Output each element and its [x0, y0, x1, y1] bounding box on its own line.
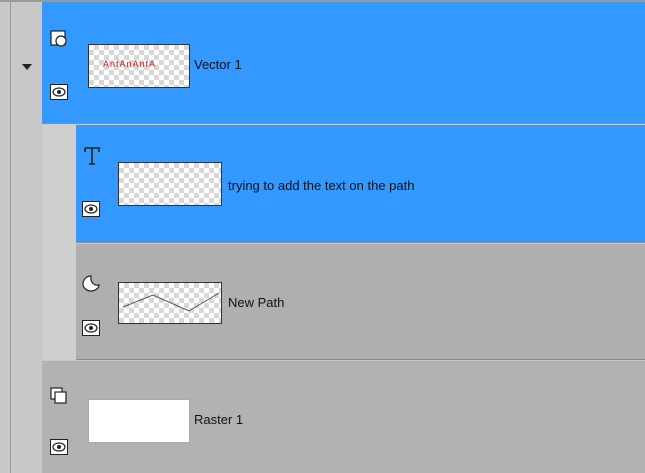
vector-layer-icon — [50, 30, 68, 48]
layer-name: trying to add the text on the path — [228, 178, 415, 193]
raster-layer-icon — [50, 387, 68, 405]
visibility-eye-icon[interactable] — [82, 320, 100, 336]
path-curve-thumbnail — [118, 282, 222, 324]
layer-row-new-path[interactable]: New Path — [76, 244, 645, 360]
layer-name: Raster 1 — [194, 412, 244, 427]
layer-name: New Path — [228, 295, 285, 310]
child-indent-gutter — [42, 124, 76, 360]
thumbnail-text: AnfAnAnfA — [103, 59, 157, 69]
panel-left-gutter — [0, 0, 11, 473]
visibility-eye-icon[interactable] — [50, 84, 68, 100]
path-layer-icon — [82, 274, 100, 292]
layer-row-vector-1[interactable]: AnfAnAnfA Vector 1 — [42, 0, 645, 124]
visibility-eye-icon[interactable] — [82, 201, 100, 217]
layer-name: Vector 1 — [194, 57, 242, 72]
vector-text-thumbnail: AnfAnAnfA — [88, 44, 190, 88]
expand-collapse-arrow-icon[interactable] — [22, 64, 32, 70]
visibility-eye-icon[interactable] — [50, 439, 68, 455]
transparent-thumbnail — [118, 162, 222, 206]
text-layer-icon — [83, 147, 101, 165]
white-thumbnail — [88, 399, 190, 443]
layer-row-text[interactable]: trying to add the text on the path — [76, 125, 645, 243]
layer-row-raster-1[interactable]: Raster 1 — [42, 361, 645, 473]
